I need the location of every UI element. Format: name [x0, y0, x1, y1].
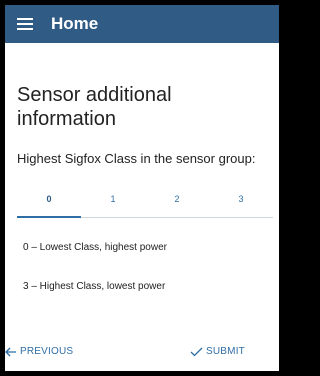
checkmark-icon — [190, 347, 203, 357]
class-option-2[interactable]: 2 — [145, 194, 209, 204]
main-content: Sensor additional information Highest Si… — [5, 83, 279, 292]
class-option-3[interactable]: 3 — [209, 194, 273, 204]
app-screen: Home Sensor additional information Highe… — [5, 5, 279, 371]
question-label: Highest Sigfox Class in the sensor group… — [17, 151, 256, 166]
submit-button[interactable]: SUBMIT — [190, 346, 245, 357]
arrow-left-icon — [5, 347, 17, 357]
hamburger-menu-icon[interactable] — [13, 12, 37, 36]
previous-button[interactable]: PREVIOUS — [5, 346, 73, 357]
submit-button-label: SUBMIT — [206, 346, 245, 357]
legend-item-lowest: 0 – Lowest Class, highest power — [23, 242, 167, 253]
class-legend: 0 – Lowest Class, highest power 3 – High… — [17, 242, 267, 292]
previous-button-label: PREVIOUS — [20, 346, 74, 357]
page-heading: Sensor additional information — [17, 84, 172, 130]
class-selector: 0 1 2 3 — [17, 188, 273, 218]
class-option-1[interactable]: 1 — [81, 194, 145, 204]
class-option-0[interactable]: 0 — [17, 194, 81, 204]
legend-item-highest: 3 – Highest Class, lowest power — [23, 281, 166, 292]
selected-indicator — [17, 216, 81, 218]
app-bar-title: Home — [51, 14, 99, 33]
navigation-footer: PREVIOUS SUBMIT — [5, 346, 279, 366]
app-bar: Home — [5, 5, 279, 43]
